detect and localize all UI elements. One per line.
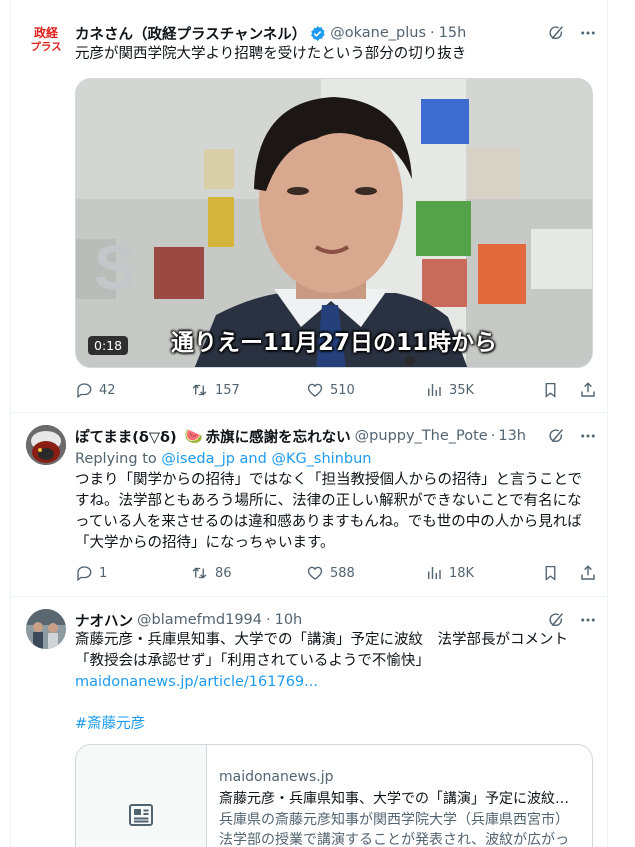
repost-icon: [192, 567, 207, 579]
tweet[interactable]: ぽてまま(δ▽δ) 🍉 赤旗に感謝を忘れない @puppy_The_Pote ·…: [11, 413, 607, 597]
separator: ·: [490, 428, 496, 444]
separator: ·: [266, 612, 271, 628]
article-link[interactable]: maidonanews.jp/article/161769...: [75, 672, 593, 693]
bookmark-button[interactable]: [542, 564, 559, 582]
timestamp[interactable]: 15h: [439, 25, 467, 41]
bookmark-icon: [545, 382, 556, 398]
svg-text:S: S: [94, 234, 135, 303]
card-thumbnail: [76, 745, 207, 847]
avatar-image: [26, 609, 66, 649]
replying-user-link[interactable]: @iseda_jp: [161, 451, 235, 467]
tweet[interactable]: 政経 プラス カネさん（政経プラスチャンネル） @okane_plus · 15…: [11, 0, 607, 413]
reply-button[interactable]: 1: [75, 564, 190, 582]
share-icon: [581, 382, 595, 397]
views-chart-icon: [428, 567, 441, 579]
user-handle[interactable]: @puppy_The_Pote: [355, 428, 488, 444]
more-options-icon[interactable]: [579, 611, 597, 629]
views-button[interactable]: 18K: [425, 564, 535, 582]
hashtag-link[interactable]: #斎藤元彦: [75, 714, 593, 735]
tweet-header: ぽてまま(δ▽δ) 🍉 赤旗に感謝を忘れない @puppy_The_Pote ·…: [75, 425, 597, 447]
tweet-header: カネさん（政経プラスチャンネル） @okane_plus · 15h: [75, 22, 597, 44]
card-title: 斎藤元彦・兵庫県知事、大学での「講演」予定に波紋 法学部長がコメント: [219, 791, 582, 807]
reply-icon: [77, 566, 92, 582]
heart-icon: [307, 566, 323, 580]
display-name[interactable]: ナオハン: [75, 610, 133, 631]
card-text: maidonanews.jp 斎藤元彦・兵庫県知事、大学での「講演」予定に波紋 …: [219, 767, 582, 847]
grok-icon[interactable]: [547, 24, 565, 42]
tweet-text: 斎藤元彦・兵庫県知事、大学での「講演」予定に波紋 法学部長がコメント 「教授会は…: [75, 630, 593, 735]
share-icon: [581, 565, 595, 580]
tweet-text: つまり「関学からの招待」ではなく「担当教授個人からの招待」と言うことですね。法学…: [75, 472, 583, 551]
heart-icon: [307, 383, 323, 397]
timestamp[interactable]: 10h: [275, 612, 303, 628]
timeline-feed: 政経 プラス カネさん（政経プラスチャンネル） @okane_plus · 15…: [10, 0, 608, 847]
repost-count: 157: [215, 382, 240, 398]
display-name[interactable]: ぽてまま(δ▽δ): [75, 426, 177, 447]
avatar[interactable]: [26, 425, 66, 465]
grok-icon[interactable]: [547, 427, 565, 445]
card-description: 兵庫県の斎藤元彦知事が関西学院大学（兵庫県西宮市）法学部の授業で講演することが発…: [219, 812, 570, 847]
views-count: 35K: [449, 382, 475, 398]
repost-icon: [192, 384, 207, 396]
user-handle[interactable]: @okane_plus: [330, 25, 426, 41]
reply-button[interactable]: 42: [75, 381, 190, 399]
like-button[interactable]: 510: [306, 381, 425, 399]
like-count: 588: [330, 565, 355, 581]
repost-count: 86: [215, 565, 232, 581]
replying-to: Replying to @iseda_jp and @KG_shinbun: [75, 451, 372, 467]
views-button[interactable]: 35K: [425, 381, 535, 399]
watermelon-emoji: 🍉: [184, 428, 203, 445]
tweet-text-line: 「教授会は承認せず」「利用されているようで不愉快」: [75, 653, 430, 669]
share-button[interactable]: [579, 564, 597, 582]
grok-icon[interactable]: [547, 611, 565, 629]
share-button[interactable]: [579, 381, 597, 399]
repost-button[interactable]: 86: [190, 564, 306, 582]
action-bar: 42 157 510 35K: [75, 380, 597, 400]
display-name[interactable]: カネさん（政経プラスチャンネル）: [75, 23, 306, 44]
avatar[interactable]: 政経 プラス: [26, 22, 66, 62]
bookmark-icon: [545, 565, 556, 581]
separator: ·: [430, 25, 435, 41]
video-player[interactable]: S 0:18 通りえー11月27日の11時から: [75, 78, 593, 368]
link-preview-card[interactable]: maidonanews.jp 斎藤元彦・兵庫県知事、大学での「講演」予定に波紋 …: [75, 744, 593, 847]
video-subtitle: 通りえー11月27日の11時から: [170, 330, 498, 356]
article-icon: [129, 804, 153, 826]
card-domain: maidonanews.jp: [219, 769, 334, 785]
replying-and: and: [239, 451, 267, 467]
reply-icon: [77, 383, 92, 399]
avatar[interactable]: [26, 609, 66, 649]
views-count: 18K: [449, 565, 475, 581]
display-name-suffix[interactable]: 赤旗に感謝を忘れない: [206, 426, 351, 447]
reply-count: 42: [99, 382, 116, 398]
timestamp[interactable]: 13h: [498, 428, 526, 444]
repost-button[interactable]: 157: [190, 381, 306, 399]
like-count: 510: [330, 382, 355, 398]
tweet-header: ナオハン @blamefmd1994 · 10h: [75, 609, 597, 631]
more-options-icon[interactable]: [579, 427, 597, 445]
verified-badge-icon: [309, 25, 326, 42]
avatar-image: [26, 425, 66, 465]
tweet[interactable]: ナオハン @blamefmd1994 · 10h 斎藤元彦・兵庫県知事、大学での…: [11, 597, 607, 847]
user-handle[interactable]: @blamefmd1994: [137, 612, 262, 628]
like-button[interactable]: 588: [306, 564, 425, 582]
avatar-logo-text: 政経 プラス: [30, 26, 62, 53]
views-chart-icon: [428, 384, 441, 396]
tweet-text-line: 斎藤元彦・兵庫県知事、大学での「講演」予定に波紋 法学部長がコメント: [75, 632, 568, 648]
reply-count: 1: [99, 565, 108, 581]
more-options-icon[interactable]: [579, 24, 597, 42]
action-bar: 1 86 588 18K: [75, 563, 597, 583]
tweet-text: 元彦が関西学院大学より招聘を受けたという部分の切り抜き: [75, 46, 467, 62]
bookmark-button[interactable]: [542, 381, 559, 399]
replying-user-link[interactable]: @KG_shinbun: [271, 451, 371, 467]
